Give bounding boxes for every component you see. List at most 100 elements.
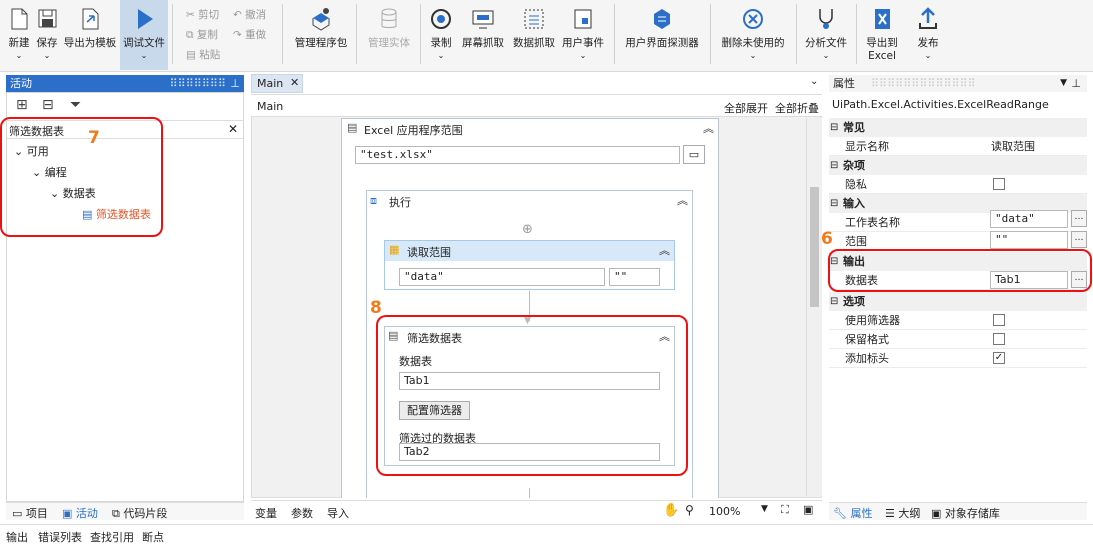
paste-button[interactable]: ▤ 粘贴 [186, 47, 220, 62]
undo-button[interactable]: ↶ 撤消 [233, 7, 266, 22]
collapse-chevron-icon[interactable]: ︽ [659, 242, 670, 258]
properties-title: 属性 [833, 77, 855, 90]
redo-label: 重做 [245, 29, 267, 41]
data-scraping-button[interactable]: 数据抓取 [510, 0, 558, 70]
tab-snippets[interactable]: ⧉ 代码片段 [112, 505, 167, 521]
clear-search-icon[interactable]: ✕ [228, 122, 238, 136]
prop-keep-format[interactable]: 保留格式 [829, 330, 1087, 349]
analyze-file-button[interactable]: 分析文件 ⌄ [802, 0, 850, 70]
export-excel-label-2: Excel [868, 50, 896, 62]
tab-imports[interactable]: 导入 [327, 505, 349, 521]
status-tab-errors[interactable]: 错误列表 [38, 529, 82, 545]
collapse-chevron-icon[interactable]: ︽ [703, 120, 714, 136]
prop-add-headers[interactable]: 添加标头 [829, 349, 1087, 368]
dropdown-icon[interactable]: ▼ [1060, 75, 1067, 92]
tab-arguments[interactable]: 参数 [291, 505, 313, 521]
publish-button[interactable]: 发布 ⌄ [910, 0, 946, 70]
vertical-scrollbar[interactable] [806, 118, 822, 496]
collapse-all-link[interactable]: 全部折叠 [775, 100, 819, 116]
overview-icon[interactable]: ▣ [803, 503, 813, 516]
prop-display-name[interactable]: 显示名称 读取范围 [829, 137, 1087, 156]
filter-icon[interactable]: ⏷ [70, 97, 81, 113]
tab-activities[interactable]: ▣ 活动 [62, 505, 98, 521]
remove-unused-button[interactable]: 删除未使用的 ⌄ [718, 0, 788, 70]
zoom-search-icon[interactable]: ⚲ [685, 503, 694, 517]
read-range-sheet-input[interactable]: "data" [399, 268, 605, 286]
range-ellipsis-button[interactable]: … [1071, 231, 1087, 248]
private-checkbox[interactable] [993, 178, 1005, 190]
browse-folder-button[interactable]: ▭ [683, 145, 705, 164]
save-button[interactable]: 保存 ⌄ [34, 0, 60, 70]
debug-file-button[interactable]: 调试文件 ⌄ [120, 0, 168, 70]
breadcrumb[interactable]: Main [257, 100, 283, 113]
right-bottom-tabs: 🔧︎ 属性 ☰ 大纲 ▣ 对象存储库 [829, 502, 1087, 520]
prop-key: 保留格式 [845, 333, 889, 346]
add-headers-checkbox[interactable]: ✓ [993, 352, 1005, 364]
read-range-range-input[interactable]: "" [609, 268, 660, 286]
tab-properties[interactable]: 🔧︎ 属性 [833, 505, 872, 521]
export-excel-button[interactable]: 导出到 Excel [862, 0, 902, 70]
export-template-button[interactable]: 导出为模板 [62, 0, 118, 70]
sheet-name-ellipsis-button[interactable]: … [1071, 210, 1087, 227]
fit-screen-icon[interactable]: ⛶ [781, 503, 789, 517]
new-button[interactable]: 新建 ⌄ [2, 0, 36, 70]
remove-unused-label: 删除未使用的 [721, 37, 785, 49]
collapse-chevron-icon[interactable]: ︽ [677, 192, 688, 208]
scrollbar-thumb[interactable] [810, 187, 819, 307]
tab-variables[interactable]: 变量 [255, 505, 277, 521]
manage-entities-button[interactable]: 管理实体 [364, 0, 414, 70]
keep-format-checkbox[interactable] [993, 333, 1005, 345]
record-button[interactable]: 录制 ⌄ [426, 0, 456, 70]
user-events-button[interactable]: 用户事件 ⌄ [560, 0, 606, 70]
status-tab-output[interactable]: 输出 [6, 529, 28, 545]
hand-icon[interactable]: ✋ [663, 503, 679, 518]
workbook-path-input[interactable]: "test.xlsx" [355, 146, 680, 164]
user-events-icon [574, 9, 592, 29]
expand-all-link[interactable]: 全部展开 [724, 100, 768, 116]
prop-private[interactable]: 隐私 [829, 175, 1087, 194]
pin-icon[interactable]: ⊥ [230, 75, 240, 92]
pin-icon[interactable]: ⊥ [1071, 75, 1081, 92]
manage-entities-label: 管理实体 [368, 37, 410, 49]
highlight-box-6 [828, 249, 1092, 292]
close-tab-icon[interactable]: ✕ [290, 76, 299, 89]
tab-main[interactable]: Main ✕ [251, 74, 303, 93]
collapse-all-icon[interactable]: ⊟ [42, 97, 54, 113]
tab-object-repository[interactable]: ▣ 对象存储库 [931, 505, 1000, 521]
add-activity-icon[interactable]: ⊕ [522, 222, 533, 237]
ui-explorer-button[interactable]: 用户界面探测器 [622, 0, 702, 70]
prop-use-filter[interactable]: 使用筛选器 [829, 311, 1087, 330]
cut-button[interactable]: ✂ 剪切 [186, 7, 219, 22]
excel-icon [875, 9, 890, 29]
section-common[interactable]: 常见 [829, 118, 1087, 137]
expand-all-icon[interactable]: ⊞ [16, 97, 28, 113]
section-options[interactable]: 选项 [829, 292, 1087, 311]
section-misc[interactable]: 杂项 [829, 156, 1087, 175]
range-input[interactable]: "" [990, 231, 1068, 249]
tab-overflow-icon[interactable]: ⌄ [810, 76, 818, 87]
status-tab-breakpoints[interactable]: 断点 [142, 529, 164, 545]
manage-packages-button[interactable]: 管理程序包 [290, 0, 352, 70]
use-filter-checkbox[interactable] [993, 314, 1005, 326]
copy-icon: ⧉ [186, 29, 197, 41]
ribbon-toolbar: 新建 ⌄ 保存 ⌄ 导出为模板 调试文件 ⌄ ✂ 剪切 ⧉ 复制 ▤ 粘贴 ↶ 撤消 … [0, 0, 1093, 72]
tab-outline[interactable]: ☰ 大纲 [885, 505, 920, 521]
copy-button[interactable]: ⧉ 复制 [186, 27, 218, 42]
prop-key: 使用筛选器 [845, 314, 900, 327]
prop-value[interactable]: 读取范围 [991, 137, 1035, 156]
designer-header: Main 全部展开 全部折叠 [251, 94, 822, 116]
status-tab-find-refs[interactable]: 查找引用 [90, 529, 134, 545]
redo-button[interactable]: ↷ 重做 [233, 27, 266, 42]
record-label: 录制 [430, 37, 452, 49]
sheet-name-input[interactable]: "data" [990, 210, 1068, 228]
zoom-dropdown-icon[interactable]: ▼ [761, 504, 768, 514]
zoom-level[interactable]: 100% [709, 505, 740, 518]
tab-project[interactable]: ▭ 项目 [12, 505, 48, 521]
screen-scraping-label: 屏幕抓取 [462, 37, 504, 49]
outline-icon: ☰ [885, 507, 899, 520]
tab-label: 大纲 [898, 507, 921, 520]
status-bar: 输出 错误列表 查找引用 断点 [0, 524, 1093, 546]
analyze-file-label: 分析文件 [805, 37, 847, 49]
export-excel-label: 导出到 [866, 37, 898, 49]
screen-scraping-button[interactable]: 屏幕抓取 [458, 0, 508, 70]
